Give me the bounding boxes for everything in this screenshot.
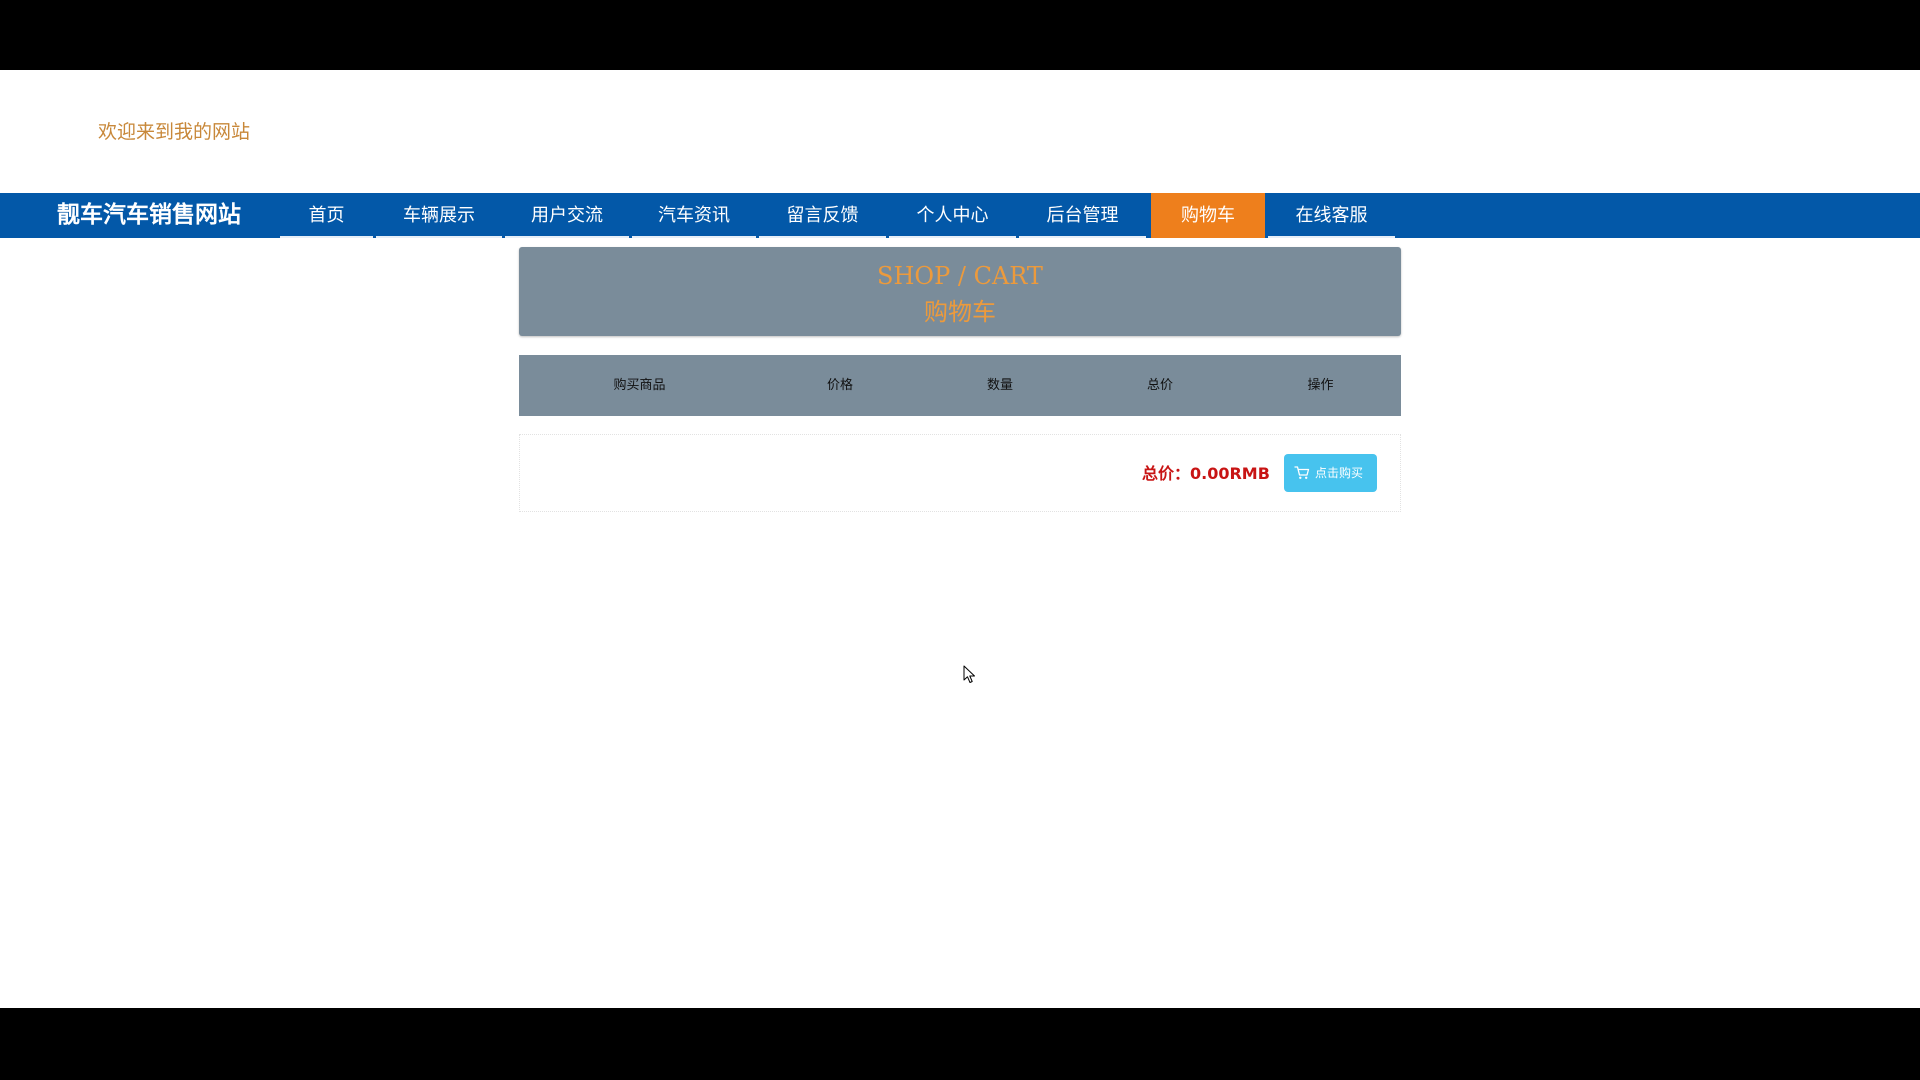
- nav-underline: [1268, 236, 1395, 238]
- cart-icon: [1294, 466, 1310, 479]
- site-brand[interactable]: 靓车汽车销售网站: [57, 193, 241, 238]
- nav-underline: [889, 236, 1016, 238]
- nav-item-label: 个人中心: [916, 205, 989, 226]
- nav-underline: [376, 236, 502, 238]
- mouse-cursor-icon: [963, 665, 975, 683]
- cart-banner: SHOP / CART 购物车: [519, 247, 1401, 336]
- nav-item-support[interactable]: 在线客服: [1268, 193, 1395, 238]
- banner-title-en: SHOP / CART: [877, 262, 1043, 290]
- nav-underline: [505, 236, 629, 238]
- nav-item-feedback[interactable]: 留言反馈: [759, 193, 886, 238]
- nav-item-label: 在线客服: [1295, 205, 1368, 226]
- nav-underline: [1019, 236, 1146, 238]
- nav-item-label: 后台管理: [1046, 205, 1119, 226]
- nav-item-admin[interactable]: 后台管理: [1019, 193, 1146, 238]
- nav-item-label: 首页: [308, 205, 345, 226]
- nav-underline: [632, 236, 756, 238]
- nav-item-profile[interactable]: 个人中心: [889, 193, 1016, 238]
- main-nav: 靓车汽车销售网站 首页 车辆展示 用户交流 汽车资讯 留言反馈 个人中心 后台管…: [0, 193, 1920, 238]
- nav-item-label: 留言反馈: [786, 205, 859, 226]
- banner-title-cn: 购物车: [924, 298, 996, 326]
- column-header-product: 购买商品: [613, 378, 666, 393]
- nav-item-label: 车辆展示: [403, 205, 475, 226]
- nav-item-label: 购物车: [1181, 205, 1235, 226]
- nav-item-news[interactable]: 汽车资讯: [632, 193, 756, 238]
- cart-summary: 总价：0.00RMB 点击购买: [519, 434, 1401, 512]
- total-price: 总价：0.00RMB: [1142, 464, 1270, 483]
- nav-item-community[interactable]: 用户交流: [505, 193, 629, 238]
- page: 欢迎来到我的网站 靓车汽车销售网站 首页 车辆展示 用户交流 汽车资讯 留言反馈…: [0, 70, 1920, 1008]
- nav-item-vehicles[interactable]: 车辆展示: [376, 193, 502, 238]
- buy-button-label: 点击购买: [1315, 466, 1364, 480]
- welcome-text: 欢迎来到我的网站: [98, 121, 251, 143]
- nav-item-home[interactable]: 首页: [280, 193, 373, 238]
- buy-button[interactable]: 点击购买: [1284, 454, 1377, 492]
- nav-item-label: 用户交流: [531, 205, 603, 226]
- cart-table-header: 购买商品 价格 数量 总价 操作: [519, 355, 1401, 416]
- column-header-total: 总价: [1146, 378, 1173, 393]
- letterbox-bottom: [0, 1008, 1920, 1080]
- letterbox-top: [0, 0, 1920, 70]
- nav-underline: [280, 236, 373, 238]
- nav-item-label: 汽车资讯: [658, 205, 730, 226]
- column-header-quantity: 数量: [986, 378, 1013, 393]
- nav-item-cart[interactable]: 购物车: [1151, 193, 1265, 238]
- column-header-action: 操作: [1307, 378, 1334, 393]
- nav-underline: [759, 236, 886, 238]
- column-header-price: 价格: [826, 378, 853, 393]
